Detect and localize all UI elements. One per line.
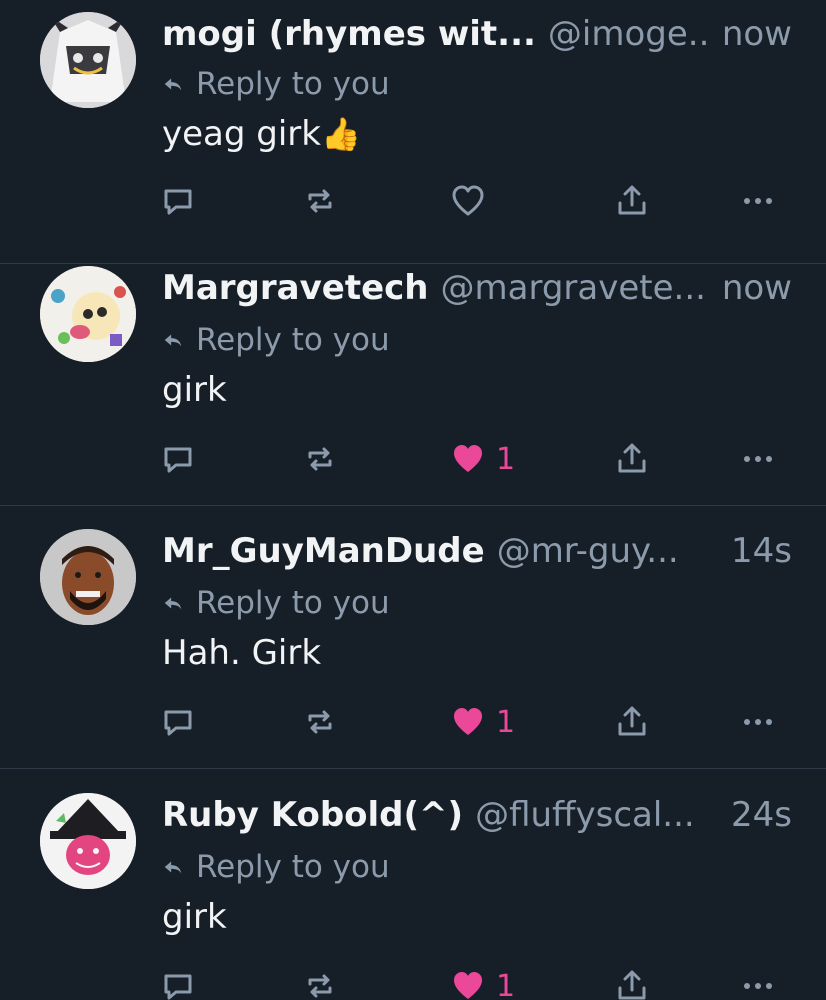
comment-button[interactable] xyxy=(160,697,196,747)
post-header: Margravetech @margravete... now xyxy=(162,266,792,310)
repost-button[interactable] xyxy=(302,176,338,226)
share-icon xyxy=(618,443,646,473)
share-button[interactable] xyxy=(614,697,650,747)
more-icon xyxy=(744,983,772,989)
share-icon xyxy=(618,706,646,736)
post-item[interactable]: Mr_GuyManDude @mr-guy... 14s Reply to yo… xyxy=(0,505,826,769)
handle[interactable]: @fluffyscal... xyxy=(475,793,695,837)
like-count: 1 xyxy=(496,704,516,740)
repost-icon xyxy=(308,447,332,471)
timestamp: 14s xyxy=(731,531,792,571)
heart-icon xyxy=(454,972,482,999)
handle[interactable]: @imoge.. xyxy=(548,12,709,56)
post-text-content: girk xyxy=(162,897,227,937)
like-button[interactable]: 1 xyxy=(450,434,515,484)
share-icon xyxy=(618,970,646,1000)
like-button[interactable]: 1 xyxy=(450,961,515,1000)
avatar-image xyxy=(40,12,136,108)
post-actions xyxy=(160,176,800,226)
thumbs-up-emoji: 👍 xyxy=(320,115,361,153)
reply-label: Reply to you xyxy=(196,585,390,621)
more-icon xyxy=(744,198,772,204)
reply-feed: mogi (rhymes wit... @imoge.. now Reply t… xyxy=(0,0,826,1000)
reply-indicator: Reply to you xyxy=(162,847,390,887)
post-text: girk xyxy=(162,893,227,941)
reply-arrow-icon xyxy=(164,597,182,610)
comment-button[interactable] xyxy=(160,961,196,1000)
like-button[interactable]: 1 xyxy=(450,697,515,747)
post-item[interactable]: Ruby Kobold(^) @fluffyscal... 24s Reply … xyxy=(0,769,826,1000)
reply-arrow-icon xyxy=(164,78,182,91)
comment-icon xyxy=(164,447,192,473)
timestamp: now xyxy=(721,268,792,308)
post-text: girk xyxy=(162,366,227,414)
post-text-content: girk xyxy=(162,370,227,410)
post-text-content: yeag girk xyxy=(162,114,321,154)
repost-icon xyxy=(308,189,332,213)
more-button[interactable] xyxy=(740,961,776,1000)
reply-label: Reply to you xyxy=(196,66,390,102)
heart-icon xyxy=(452,185,484,216)
comment-icon xyxy=(164,710,192,736)
post-header: mogi (rhymes wit... @imoge.. now xyxy=(162,12,792,56)
handle[interactable]: @mr-guy... xyxy=(497,529,679,573)
like-button[interactable] xyxy=(450,176,496,226)
avatar-image xyxy=(40,266,136,362)
avatar-image xyxy=(40,793,136,889)
repost-icon xyxy=(308,710,332,734)
timestamp: 24s xyxy=(731,795,792,835)
avatar[interactable] xyxy=(40,12,136,108)
reply-arrow-icon xyxy=(164,334,182,347)
post-item[interactable]: Margravetech @margravete... now Reply to… xyxy=(0,242,826,506)
more-button[interactable] xyxy=(740,697,776,747)
post-text: yeag girk👍 xyxy=(162,110,361,158)
avatar[interactable] xyxy=(40,793,136,889)
avatar[interactable] xyxy=(40,266,136,362)
heart-icon xyxy=(454,445,482,472)
post-header: Mr_GuyManDude @mr-guy... 14s xyxy=(162,529,792,573)
post-item[interactable]: mogi (rhymes wit... @imoge.. now Reply t… xyxy=(0,0,826,264)
post-actions: 1 xyxy=(160,961,800,1000)
display-name[interactable]: Mr_GuyManDude xyxy=(162,529,485,573)
like-count: 1 xyxy=(496,968,516,1000)
reply-indicator: Reply to you xyxy=(162,583,390,623)
reply-label: Reply to you xyxy=(196,322,390,358)
more-icon xyxy=(744,456,772,462)
reply-arrow-icon xyxy=(164,861,182,874)
avatar[interactable] xyxy=(40,529,136,625)
display-name[interactable]: mogi (rhymes wit... xyxy=(162,12,536,56)
display-name[interactable]: Margravetech xyxy=(162,266,429,310)
more-icon xyxy=(744,719,772,725)
reply-label: Reply to you xyxy=(196,849,390,885)
more-button[interactable] xyxy=(740,176,776,226)
reply-indicator: Reply to you xyxy=(162,320,390,360)
share-button[interactable] xyxy=(614,176,650,226)
comment-icon xyxy=(164,974,192,1000)
comment-button[interactable] xyxy=(160,434,196,484)
share-button[interactable] xyxy=(614,961,650,1000)
repost-button[interactable] xyxy=(302,961,338,1000)
avatar-image xyxy=(40,529,136,625)
heart-icon xyxy=(454,708,482,735)
reply-indicator: Reply to you xyxy=(162,64,390,104)
like-count: 1 xyxy=(496,441,516,477)
repost-button[interactable] xyxy=(302,697,338,747)
handle[interactable]: @margravete... xyxy=(441,266,706,310)
more-button[interactable] xyxy=(740,434,776,484)
share-button[interactable] xyxy=(614,434,650,484)
display-name[interactable]: Ruby Kobold(^) xyxy=(162,793,463,837)
post-header: Ruby Kobold(^) @fluffyscal... 24s xyxy=(162,793,792,837)
post-actions: 1 xyxy=(160,434,800,484)
comment-icon xyxy=(164,189,192,215)
post-actions: 1 xyxy=(160,697,800,747)
post-text-content: Hah. Girk xyxy=(162,633,322,673)
repost-button[interactable] xyxy=(302,434,338,484)
repost-icon xyxy=(308,974,332,998)
comment-button[interactable] xyxy=(160,176,196,226)
timestamp: now xyxy=(721,14,792,54)
share-icon xyxy=(618,185,646,215)
post-text: Hah. Girk xyxy=(162,629,321,677)
